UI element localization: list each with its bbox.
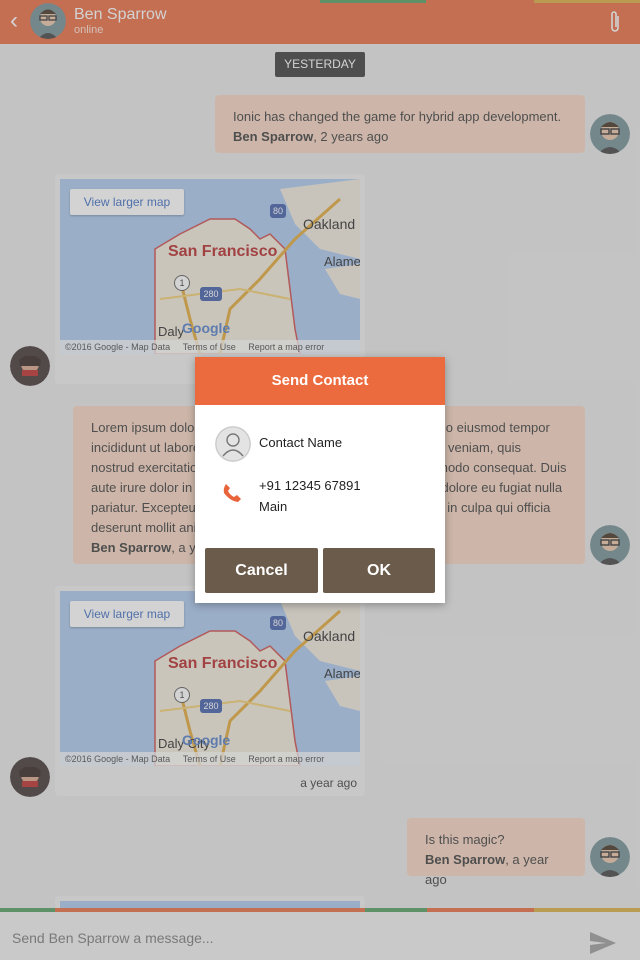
phone-number: +91 12345 67891 (259, 478, 361, 493)
send-contact-dialog: Send Contact Contact Name +91 12345 6789… (195, 357, 445, 603)
ok-button[interactable]: OK (323, 548, 435, 593)
dialog-title: Send Contact (195, 357, 445, 405)
phone-icon (223, 484, 241, 502)
cancel-button[interactable]: Cancel (205, 548, 318, 593)
contact-name: Contact Name (259, 435, 343, 450)
contact-avatar-icon (215, 426, 251, 462)
phone-type: Main (259, 499, 288, 514)
